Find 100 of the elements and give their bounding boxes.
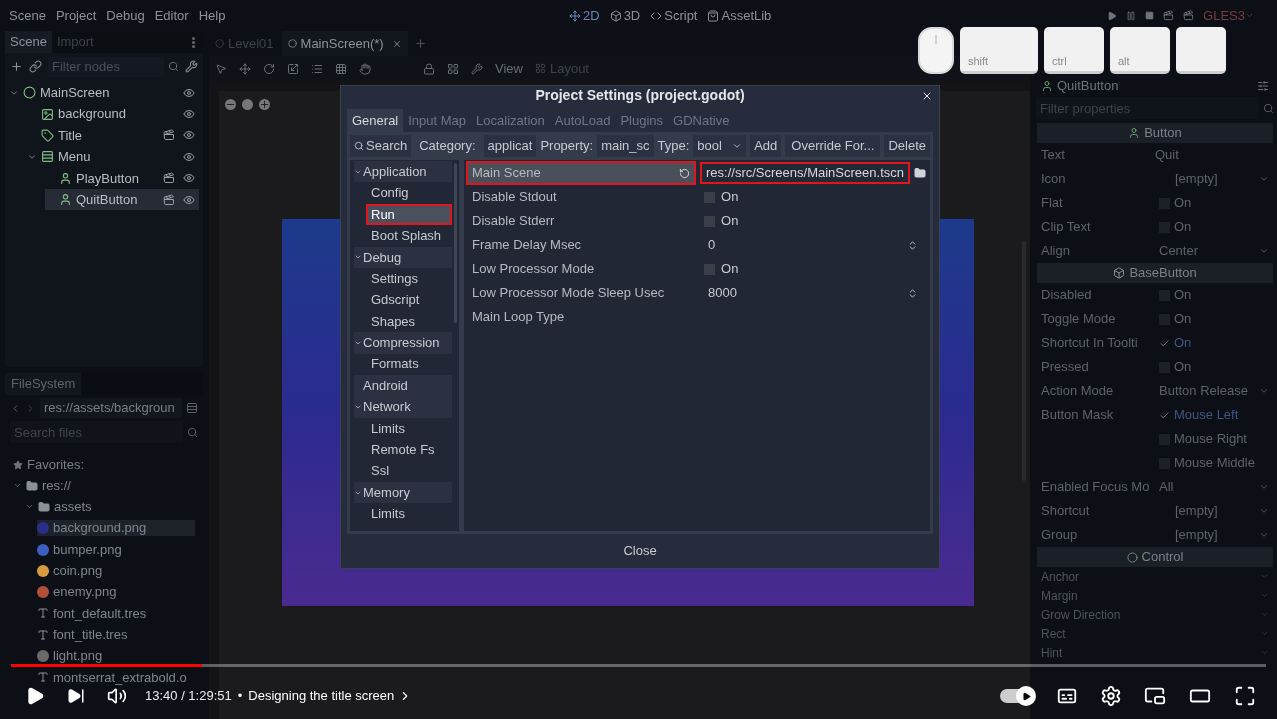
chevron-down-icon[interactable] bbox=[354, 403, 362, 411]
clapperboard-icon[interactable] bbox=[163, 193, 175, 206]
subsection-item[interactable]: Shapes bbox=[366, 310, 453, 332]
clapperboard-icon[interactable] bbox=[1163, 10, 1175, 21]
top-bar-entry[interactable]: Help bbox=[198, 5, 226, 26]
dropdown[interactable]: Center bbox=[1155, 241, 1269, 261]
category-field[interactable]: applicat bbox=[483, 135, 537, 157]
top-bar-entry[interactable]: Scene bbox=[9, 5, 46, 26]
revert-icon[interactable] bbox=[679, 167, 691, 179]
subsection-item[interactable]: Remote Fs bbox=[366, 439, 453, 461]
lock-icon[interactable] bbox=[423, 62, 435, 75]
stop-icon[interactable] bbox=[1145, 11, 1155, 20]
scene-tree-item[interactable]: MainScreen bbox=[9, 82, 199, 104]
spin-arrows-icon[interactable] bbox=[907, 239, 918, 251]
file-tree-item[interactable]: light.png bbox=[37, 648, 195, 664]
add-button[interactable]: Add bbox=[750, 135, 782, 157]
scene-tree-item[interactable]: Menu bbox=[27, 146, 199, 168]
subsection-item[interactable]: Config bbox=[366, 182, 453, 204]
file-tree-item[interactable]: background.png bbox=[37, 520, 195, 537]
scale-tool-icon[interactable] bbox=[287, 62, 299, 75]
document-tab[interactable]: MainScreen(*) bbox=[281, 31, 408, 56]
property-name[interactable]: Low Processor Mode bbox=[466, 257, 697, 281]
file-tree-item[interactable]: font_title.tres bbox=[37, 626, 195, 643]
subsection-item[interactable]: Limits bbox=[366, 503, 453, 525]
pause-icon[interactable] bbox=[1126, 10, 1137, 21]
file-tree-item[interactable]: bumper.png bbox=[37, 541, 195, 558]
move-tool-icon[interactable] bbox=[239, 62, 251, 75]
file-tree-item[interactable]: enemy.png bbox=[37, 584, 195, 601]
zoom-reset-icon[interactable] bbox=[242, 99, 253, 110]
play-icon[interactable] bbox=[25, 686, 45, 706]
subsection-item[interactable]: Boot Splash bbox=[366, 225, 453, 247]
top-bar-entry[interactable]: Project bbox=[55, 5, 97, 26]
dropdown[interactable]: All bbox=[1155, 477, 1269, 497]
checkbox[interactable] bbox=[704, 191, 716, 203]
property-name[interactable]: Frame Delay Msec bbox=[466, 233, 697, 257]
link-icon[interactable] bbox=[29, 60, 42, 73]
eye-icon[interactable] bbox=[183, 150, 195, 163]
eye-icon[interactable] bbox=[183, 172, 195, 185]
subsection-item[interactable]: Run bbox=[366, 203, 453, 225]
workspace-tab[interactable]: AssetLib bbox=[707, 5, 772, 26]
eye-icon[interactable] bbox=[183, 129, 195, 142]
clapperboard-icon[interactable] bbox=[1183, 10, 1195, 21]
checkbox-checked[interactable] bbox=[1159, 409, 1170, 421]
file-tree-item[interactable]: font_default.tres bbox=[37, 605, 195, 622]
path-field[interactable]: res://src/Screens/MainScreen.tscn bbox=[700, 162, 910, 184]
checkbox[interactable] bbox=[704, 263, 716, 275]
checkbox[interactable] bbox=[704, 215, 716, 227]
workspace-tab[interactable]: 2D bbox=[569, 5, 600, 26]
subsection-item[interactable]: Formats bbox=[366, 353, 453, 375]
grid-tool-icon[interactable] bbox=[335, 62, 347, 75]
view-menu[interactable]: View bbox=[495, 58, 523, 79]
fullscreen-icon[interactable] bbox=[1234, 685, 1256, 707]
section-item[interactable]: Debug bbox=[354, 246, 453, 268]
section-header[interactable]: Button bbox=[1037, 123, 1273, 143]
rotate-tool-icon[interactable] bbox=[263, 62, 275, 75]
spin-arrows-icon[interactable] bbox=[907, 287, 918, 299]
type-dropdown[interactable]: bool bbox=[693, 135, 747, 157]
property-name[interactable]: Main Scene bbox=[466, 161, 697, 185]
property-field[interactable]: main_sc bbox=[597, 135, 654, 157]
scene-tree-item[interactable]: QuitButton bbox=[45, 188, 199, 211]
pan-tool-icon[interactable] bbox=[359, 62, 371, 75]
section-item[interactable]: Android bbox=[354, 374, 453, 397]
eye-icon[interactable] bbox=[183, 108, 195, 121]
checkbox-checked[interactable] bbox=[1159, 337, 1170, 349]
delete-button[interactable]: Delete bbox=[884, 135, 930, 157]
eye-icon[interactable] bbox=[183, 193, 195, 206]
search-button[interactable]: Search bbox=[350, 135, 412, 157]
zoom-in-icon[interactable] bbox=[259, 99, 270, 110]
panel-tab[interactable]: Scene bbox=[5, 31, 52, 53]
clapperboard-icon[interactable] bbox=[163, 172, 175, 185]
more-icon[interactable] bbox=[192, 36, 195, 48]
file-tree-item[interactable]: res:// bbox=[13, 477, 195, 494]
section-item[interactable]: Compression bbox=[354, 332, 453, 354]
file-tree-item[interactable]: montserrat_extrabold.o bbox=[37, 669, 195, 686]
top-bar-entry[interactable]: Editor bbox=[154, 5, 189, 26]
section-header[interactable]: BaseButton bbox=[1037, 263, 1273, 283]
autoplay-toggle[interactable] bbox=[1000, 689, 1034, 703]
scene-tree-item[interactable]: PlayButton bbox=[45, 167, 199, 189]
property-name[interactable]: Low Processor Mode Sleep Usec bbox=[466, 281, 697, 305]
workspace-tab[interactable]: 3D bbox=[609, 5, 641, 26]
path-field[interactable]: res://assets/backgroun bbox=[40, 398, 182, 418]
section-item[interactable]: Application bbox=[354, 161, 453, 183]
volume-icon[interactable] bbox=[107, 686, 127, 706]
dialog-tab[interactable]: General bbox=[347, 109, 404, 132]
scene-tree-item[interactable]: background bbox=[27, 103, 199, 125]
file-tree-item[interactable]: assets bbox=[25, 498, 195, 515]
subsection-item[interactable]: Gdscript bbox=[366, 289, 453, 311]
select-tool-icon[interactable] bbox=[215, 62, 227, 75]
zoom-out-icon[interactable] bbox=[225, 99, 236, 110]
property-name[interactable]: Disable Stdout bbox=[466, 185, 697, 209]
override-button[interactable]: Override For... bbox=[785, 135, 881, 157]
close-button[interactable]: Close bbox=[615, 541, 665, 561]
clapperboard-icon[interactable] bbox=[163, 129, 175, 142]
settings-icon[interactable] bbox=[1100, 685, 1122, 707]
scene-tree-item[interactable]: Title bbox=[27, 124, 199, 147]
add-icon[interactable] bbox=[10, 60, 23, 73]
search-field[interactable]: Filter nodes bbox=[48, 56, 164, 77]
property-name[interactable]: Main Loop Type bbox=[466, 305, 697, 329]
property-name[interactable]: Disable Stderr bbox=[466, 209, 697, 233]
section-header[interactable]: Control bbox=[1037, 547, 1273, 567]
